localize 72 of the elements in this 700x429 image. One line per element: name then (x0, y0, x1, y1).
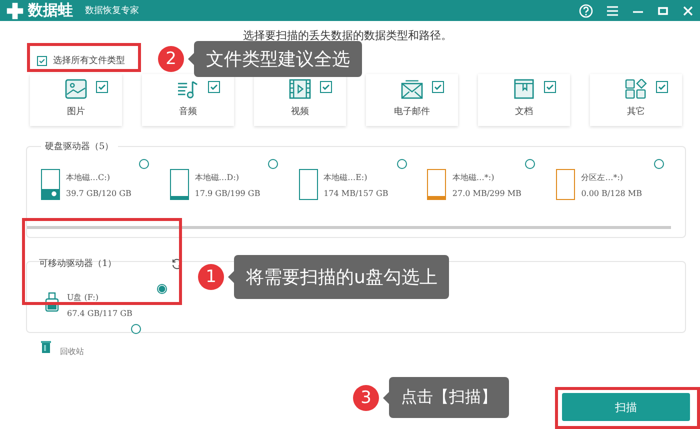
step-number-badge: 2 (158, 46, 184, 72)
drive-radio[interactable] (157, 284, 167, 294)
checkmark-icon (657, 82, 667, 92)
menu-icon[interactable] (606, 4, 619, 16)
drive-name: 本地磁…E:) (324, 172, 368, 182)
logo-icon (6, 2, 24, 20)
file-type-checkbox[interactable] (96, 81, 108, 93)
recycle-bin-radio[interactable] (131, 324, 141, 334)
close-icon[interactable] (682, 4, 694, 16)
maximize-icon[interactable] (657, 4, 669, 16)
group-title: 硬盘驱动器（5） (41, 140, 118, 153)
file-type-card[interactable]: 音频 (142, 74, 234, 126)
step-number-badge: 1 (198, 264, 224, 290)
file-type-checkbox[interactable] (320, 81, 332, 93)
file-type-card[interactable]: 图片 (30, 74, 122, 126)
drive-name: 本地磁…D:) (194, 172, 240, 182)
file-type-label: 电子邮件 (394, 106, 430, 118)
checkmark-icon (97, 82, 107, 92)
drive-radio[interactable] (654, 159, 664, 169)
drive-size: 39.7 GB/120 GB (66, 188, 132, 198)
file-type-label: 文档 (515, 106, 533, 118)
music-note-icon (177, 79, 199, 99)
file-type-checkbox[interactable] (656, 81, 668, 93)
drive-size: 174 MB/157 GB (324, 188, 388, 198)
file-type-card[interactable]: 电子邮件 (366, 74, 458, 126)
drive-radio[interactable] (139, 159, 149, 169)
file-type-checkbox[interactable] (432, 81, 444, 93)
app-name: 数据蛙 (28, 1, 73, 20)
drive-size: 0.00 B/128 MB (581, 188, 642, 198)
checkmark-icon (209, 82, 219, 92)
recycle-bin-label: 回收站 (60, 346, 84, 357)
drive-radio[interactable] (525, 159, 536, 169)
drive-name: 分区左…*:) (581, 172, 624, 182)
drive-name: 本地磁…C:) (66, 172, 111, 182)
drive-size: 67.4 GB/117 GB (67, 309, 132, 318)
callout-tooltip: 将需要扫描的u盘勾选上 (234, 255, 450, 299)
step-number-badge: 3 (353, 384, 379, 410)
file-type-checkbox[interactable] (544, 81, 556, 93)
file-type-card[interactable]: 其它 (590, 74, 682, 126)
group-title: 可移动驱动器（1） (39, 258, 117, 270)
file-type-checkbox[interactable] (208, 81, 220, 93)
drive-name: U盘 (F:) (67, 292, 100, 303)
drive-size: 17.9 GB/199 GB (194, 188, 260, 198)
drive-name: 本地磁…*:) (452, 172, 496, 182)
trash-icon (41, 341, 51, 353)
instruction-text: 选择要扫描的丢失数据的数据类型和路径。 (243, 28, 452, 43)
checkmark-icon (38, 56, 46, 64)
drive-radio[interactable] (268, 159, 278, 169)
document-icon (513, 79, 535, 99)
select-all-label: 选择所有文件类型 (53, 54, 125, 67)
file-type-card[interactable]: 视频 (254, 74, 346, 126)
grid-icon (625, 79, 647, 99)
select-all-checkbox[interactable] (37, 56, 47, 66)
file-type-card[interactable]: 文档 (478, 74, 570, 126)
usb-drive-icon (45, 292, 59, 312)
help-icon[interactable] (579, 4, 593, 18)
film-icon (289, 79, 311, 99)
drive-radio[interactable] (396, 159, 407, 169)
checkmark-icon (433, 82, 443, 92)
scrollbar[interactable] (27, 226, 671, 229)
callout-tooltip: 文件类型建议全选 (194, 41, 362, 77)
app-subtitle: 数据恢复专家 (85, 4, 139, 17)
callout-tooltip: 点击【扫描】 (389, 377, 509, 418)
file-type-label: 图片 (67, 106, 85, 118)
drive-size: 27.0 MB/299 MB (452, 188, 522, 198)
image-icon (65, 79, 87, 99)
file-type-label: 其它 (627, 106, 645, 118)
envelope-icon (401, 79, 423, 99)
file-type-label: 视频 (291, 106, 309, 118)
checkmark-icon (545, 82, 555, 92)
file-type-label: 音频 (179, 106, 197, 118)
checkmark-icon (321, 82, 331, 92)
